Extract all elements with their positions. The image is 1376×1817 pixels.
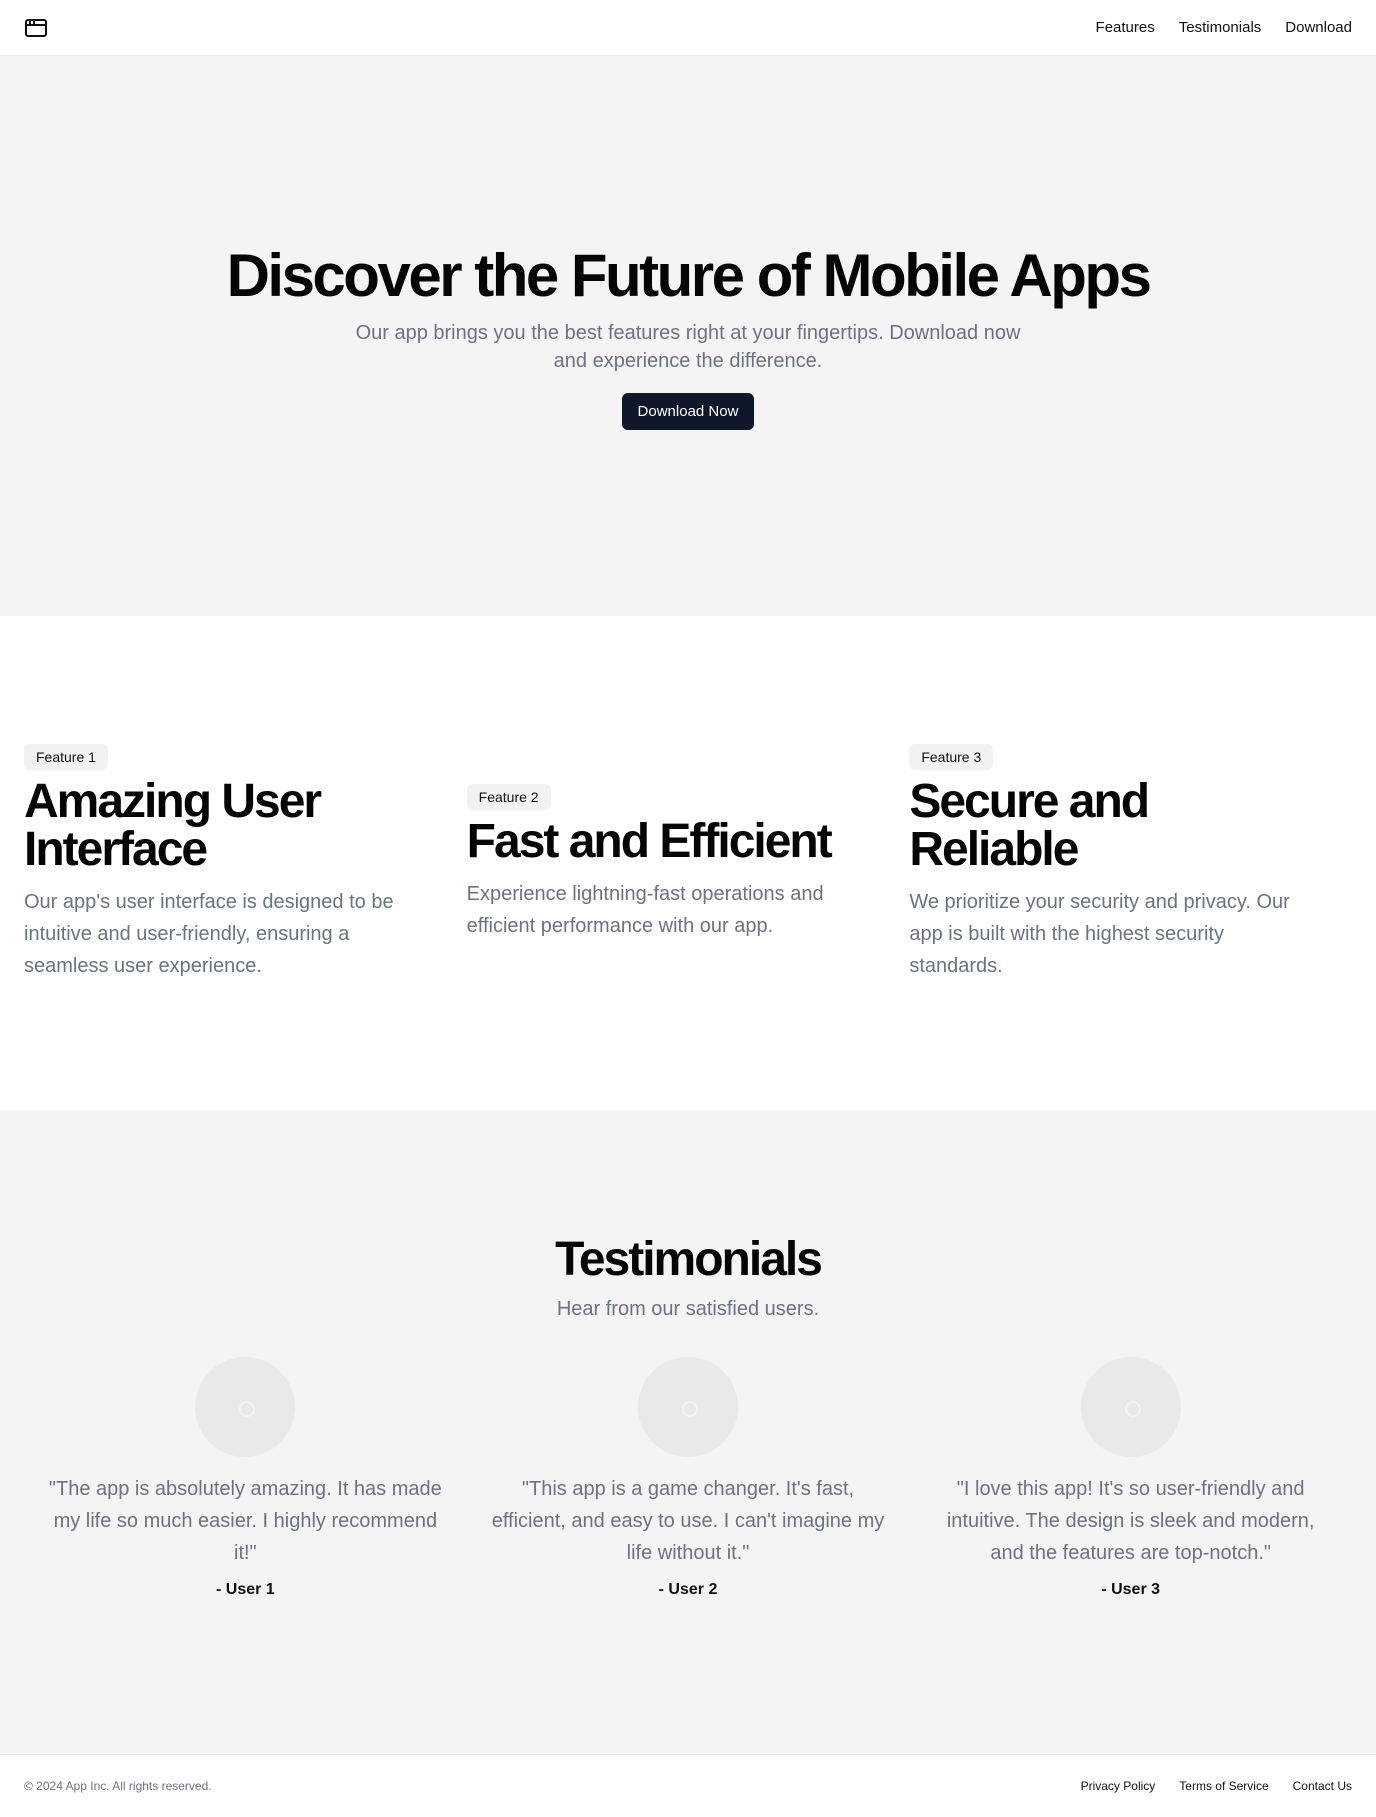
nav-testimonials-link[interactable]: Testimonials	[1179, 19, 1262, 36]
contact-us-link[interactable]: Contact Us	[1293, 1779, 1352, 1793]
footer-links: Privacy Policy Terms of Service Contact …	[1081, 1779, 1352, 1793]
testimonial-card: "The app is absolutely amazing. It has m…	[24, 1357, 467, 1599]
testimonial-author: - User 3	[1101, 1581, 1161, 1598]
testimonials-grid: "The app is absolutely amazing. It has m…	[0, 1357, 1376, 1599]
privacy-policy-link[interactable]: Privacy Policy	[1081, 1779, 1156, 1793]
avatar	[638, 1357, 738, 1457]
terms-of-service-link[interactable]: Terms of Service	[1179, 1779, 1268, 1793]
copyright-text: © 2024 App Inc. All rights reserved.	[24, 1779, 212, 1793]
testimonial-quote: "This app is a game changer. It's fast, …	[491, 1478, 885, 1564]
browser-window-icon	[25, 18, 47, 37]
feature-title: Amazing User Interface	[24, 775, 322, 876]
nav-download-link[interactable]: Download	[1285, 19, 1352, 36]
feature-card: Feature 2 Fast and Efficient Experience …	[466, 784, 910, 942]
feature-description: Experience lightning-fast operations and…	[466, 883, 824, 937]
feature-card: Feature 1 Amazing User Interface Our app…	[24, 744, 467, 982]
nav-features-link[interactable]: Features	[1096, 19, 1155, 36]
hero-section: Discover the Future of Mobile Apps Our a…	[0, 56, 1376, 616]
testimonial-card: "I love this app! It's so user-friendly …	[909, 1357, 1352, 1599]
feature-badge: Feature 1	[24, 744, 108, 770]
feature-description: We prioritize your security and privacy.…	[909, 891, 1290, 977]
testimonials-section: Testimonials Hear from our satisfied use…	[0, 1110, 1376, 1754]
hero-title: Discover the Future of Mobile Apps	[226, 241, 1152, 309]
testimonial-author: - User 1	[215, 1581, 275, 1598]
main-nav: Features Testimonials Download	[1096, 19, 1352, 36]
download-now-button[interactable]: Download Now	[621, 392, 755, 430]
feature-badge: Feature 3	[909, 744, 994, 770]
testimonials-title: Testimonials	[555, 1233, 823, 1286]
site-header: Features Testimonials Download	[0, 0, 1376, 56]
feature-card: Feature 3 Secure and Reliable We priorit…	[909, 744, 1352, 982]
testimonial-quote: "I love this app! It's so user-friendly …	[946, 1478, 1315, 1564]
testimonials-subtitle: Hear from our satisfied users.	[556, 1298, 820, 1320]
testimonial-quote: "The app is absolutely amazing. It has m…	[48, 1478, 442, 1564]
avatar	[195, 1357, 296, 1457]
testimonial-card: "This app is a game changer. It's fast, …	[467, 1357, 910, 1599]
feature-badge: Feature 2	[466, 784, 551, 810]
feature-title: Secure and Reliable	[909, 775, 1150, 876]
feature-description: Our app's user interface is designed to …	[24, 891, 394, 977]
site-footer: © 2024 App Inc. All rights reserved. Pri…	[0, 1754, 1376, 1817]
hero-subtitle: Our app brings you the best features rig…	[355, 321, 1021, 372]
logo-link[interactable]	[24, 16, 48, 40]
testimonial-author: - User 2	[658, 1581, 718, 1598]
avatar	[1080, 1357, 1181, 1457]
feature-title: Fast and Efficient	[466, 815, 833, 868]
features-section: Feature 1 Amazing User Interface Our app…	[0, 616, 1376, 1110]
